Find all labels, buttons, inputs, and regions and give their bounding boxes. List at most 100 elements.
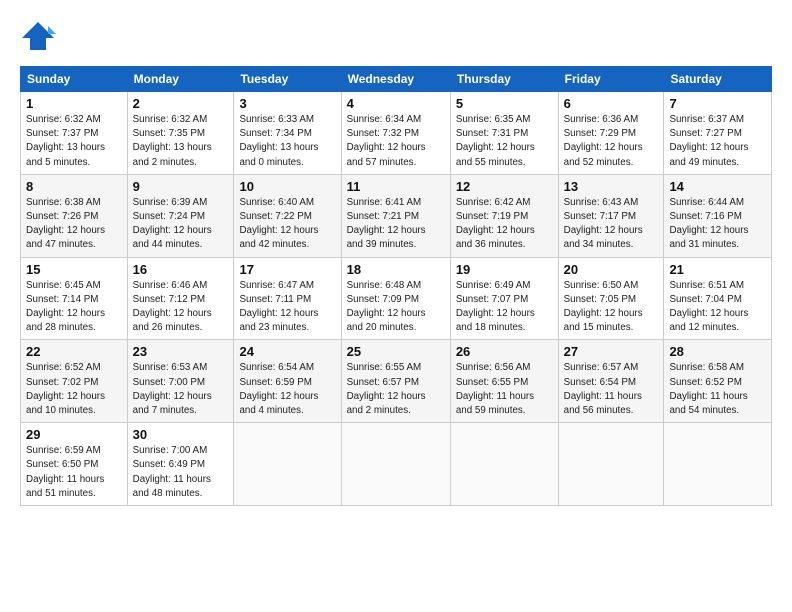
day-info: Sunrise: 6:59 AM Sunset: 6:50 PM Dayligh… [26, 444, 122, 501]
day-number: 8 [26, 179, 122, 194]
day-info: Sunrise: 6:36 AM Sunset: 7:29 PM Dayligh… [564, 113, 659, 170]
day-info: Sunrise: 6:53 AM Sunset: 7:00 PM Dayligh… [133, 361, 229, 418]
day-number: 5 [456, 96, 553, 111]
day-number: 14 [669, 179, 766, 194]
calendar-header-tuesday: Tuesday [234, 67, 341, 92]
calendar-header-sunday: Sunday [21, 67, 128, 92]
calendar-cell [450, 423, 558, 506]
day-info: Sunrise: 6:32 AM Sunset: 7:35 PM Dayligh… [133, 113, 229, 170]
calendar-cell: 26 Sunrise: 6:56 AM Sunset: 6:55 PM Dayli… [450, 340, 558, 423]
day-number: 29 [26, 427, 122, 442]
calendar-cell [234, 423, 341, 506]
page: SundayMondayTuesdayWednesdayThursdayFrid… [0, 0, 792, 612]
day-info: Sunrise: 6:39 AM Sunset: 7:24 PM Dayligh… [133, 196, 229, 253]
day-number: 20 [564, 262, 659, 277]
day-number: 17 [239, 262, 335, 277]
day-info: Sunrise: 6:51 AM Sunset: 7:04 PM Dayligh… [669, 279, 766, 336]
day-info: Sunrise: 6:40 AM Sunset: 7:22 PM Dayligh… [239, 196, 335, 253]
day-info: Sunrise: 6:52 AM Sunset: 7:02 PM Dayligh… [26, 361, 122, 418]
calendar-cell: 6 Sunrise: 6:36 AM Sunset: 7:29 PM Daylig… [558, 92, 664, 175]
calendar-cell: 5Sunrise: 6:35 AM Sunset: 7:31 PM Daylig… [450, 92, 558, 175]
calendar-week-3: 15 Sunrise: 6:45 AM Sunset: 7:14 PM Dayli… [21, 257, 772, 340]
day-info: Sunrise: 6:58 AM Sunset: 6:52 PM Dayligh… [669, 361, 766, 418]
day-number: 23 [133, 344, 229, 359]
calendar-header-monday: Monday [127, 67, 234, 92]
calendar-header-wednesday: Wednesday [341, 67, 450, 92]
day-info: Sunrise: 6:38 AM Sunset: 7:26 PM Dayligh… [26, 196, 122, 253]
calendar-cell: 1Sunrise: 6:32 AM Sunset: 7:37 PM Daylig… [21, 92, 128, 175]
calendar-week-4: 22 Sunrise: 6:52 AM Sunset: 7:02 PM Dayli… [21, 340, 772, 423]
calendar-cell: 27 Sunrise: 6:57 AM Sunset: 6:54 PM Dayli… [558, 340, 664, 423]
day-number: 24 [239, 344, 335, 359]
calendar-cell: 15 Sunrise: 6:45 AM Sunset: 7:14 PM Dayli… [21, 257, 128, 340]
calendar-header-saturday: Saturday [664, 67, 772, 92]
calendar-week-2: 8 Sunrise: 6:38 AM Sunset: 7:26 PM Daylig… [21, 174, 772, 257]
calendar-cell: 10 Sunrise: 6:40 AM Sunset: 7:22 PM Dayli… [234, 174, 341, 257]
day-number: 15 [26, 262, 122, 277]
day-info: Sunrise: 6:42 AM Sunset: 7:19 PM Dayligh… [456, 196, 553, 253]
calendar-cell: 22 Sunrise: 6:52 AM Sunset: 7:02 PM Dayli… [21, 340, 128, 423]
calendar-header-friday: Friday [558, 67, 664, 92]
day-info: Sunrise: 6:37 AM Sunset: 7:27 PM Dayligh… [669, 113, 766, 170]
day-info: Sunrise: 6:50 AM Sunset: 7:05 PM Dayligh… [564, 279, 659, 336]
calendar-cell: 8 Sunrise: 6:38 AM Sunset: 7:26 PM Daylig… [21, 174, 128, 257]
logo-icon [20, 18, 56, 54]
calendar-cell: 23 Sunrise: 6:53 AM Sunset: 7:00 PM Dayli… [127, 340, 234, 423]
day-number: 22 [26, 344, 122, 359]
calendar-cell: 3 Sunrise: 6:33 AM Sunset: 7:34 PM Daylig… [234, 92, 341, 175]
day-info: Sunrise: 6:34 AM Sunset: 7:32 PM Dayligh… [347, 113, 445, 170]
calendar-cell: 2 Sunrise: 6:32 AM Sunset: 7:35 PM Daylig… [127, 92, 234, 175]
day-number: 3 [239, 96, 335, 111]
day-number: 10 [239, 179, 335, 194]
day-number: 27 [564, 344, 659, 359]
calendar-week-1: 1Sunrise: 6:32 AM Sunset: 7:37 PM Daylig… [21, 92, 772, 175]
day-info: Sunrise: 6:44 AM Sunset: 7:16 PM Dayligh… [669, 196, 766, 253]
day-number: 2 [133, 96, 229, 111]
day-info: Sunrise: 6:57 AM Sunset: 6:54 PM Dayligh… [564, 361, 659, 418]
calendar-cell: 29 Sunrise: 6:59 AM Sunset: 6:50 PM Dayli… [21, 423, 128, 506]
calendar-cell: 19 Sunrise: 6:49 AM Sunset: 7:07 PM Dayli… [450, 257, 558, 340]
day-info: Sunrise: 6:32 AM Sunset: 7:37 PM Dayligh… [26, 113, 122, 170]
day-number: 4 [347, 96, 445, 111]
day-number: 25 [347, 344, 445, 359]
day-number: 16 [133, 262, 229, 277]
day-info: Sunrise: 6:55 AM Sunset: 6:57 PM Dayligh… [347, 361, 445, 418]
day-number: 26 [456, 344, 553, 359]
calendar-cell: 12 Sunrise: 6:42 AM Sunset: 7:19 PM Dayli… [450, 174, 558, 257]
calendar-cell: 11 Sunrise: 6:41 AM Sunset: 7:21 PM Dayli… [341, 174, 450, 257]
calendar-cell: 9Sunrise: 6:39 AM Sunset: 7:24 PM Daylig… [127, 174, 234, 257]
calendar-cell: 25 Sunrise: 6:55 AM Sunset: 6:57 PM Dayli… [341, 340, 450, 423]
calendar-cell: 4 Sunrise: 6:34 AM Sunset: 7:32 PM Daylig… [341, 92, 450, 175]
day-info: Sunrise: 6:33 AM Sunset: 7:34 PM Dayligh… [239, 113, 335, 170]
calendar-header-row: SundayMondayTuesdayWednesdayThursdayFrid… [21, 67, 772, 92]
day-info: Sunrise: 6:47 AM Sunset: 7:11 PM Dayligh… [239, 279, 335, 336]
day-number: 12 [456, 179, 553, 194]
calendar-cell: 18Sunrise: 6:48 AM Sunset: 7:09 PM Dayli… [341, 257, 450, 340]
day-info: Sunrise: 6:45 AM Sunset: 7:14 PM Dayligh… [26, 279, 122, 336]
day-number: 11 [347, 179, 445, 194]
day-number: 18 [347, 262, 445, 277]
day-number: 7 [669, 96, 766, 111]
calendar: SundayMondayTuesdayWednesdayThursdayFrid… [20, 66, 772, 506]
calendar-cell: 16 Sunrise: 6:46 AM Sunset: 7:12 PM Dayli… [127, 257, 234, 340]
day-info: Sunrise: 6:56 AM Sunset: 6:55 PM Dayligh… [456, 361, 553, 418]
calendar-cell [341, 423, 450, 506]
day-info: Sunrise: 6:43 AM Sunset: 7:17 PM Dayligh… [564, 196, 659, 253]
day-number: 19 [456, 262, 553, 277]
calendar-cell: 28 Sunrise: 6:58 AM Sunset: 6:52 PM Dayli… [664, 340, 772, 423]
calendar-cell: 13 Sunrise: 6:43 AM Sunset: 7:17 PM Dayli… [558, 174, 664, 257]
calendar-week-5: 29 Sunrise: 6:59 AM Sunset: 6:50 PM Dayli… [21, 423, 772, 506]
calendar-cell: 30Sunrise: 7:00 AM Sunset: 6:49 PM Dayli… [127, 423, 234, 506]
day-number: 13 [564, 179, 659, 194]
calendar-cell: 14 Sunrise: 6:44 AM Sunset: 7:16 PM Dayli… [664, 174, 772, 257]
day-info: Sunrise: 6:49 AM Sunset: 7:07 PM Dayligh… [456, 279, 553, 336]
logo [20, 18, 60, 54]
calendar-cell: 21Sunrise: 6:51 AM Sunset: 7:04 PM Dayli… [664, 257, 772, 340]
day-number: 6 [564, 96, 659, 111]
calendar-cell [664, 423, 772, 506]
day-info: Sunrise: 6:41 AM Sunset: 7:21 PM Dayligh… [347, 196, 445, 253]
day-number: 28 [669, 344, 766, 359]
header [20, 18, 772, 54]
day-info: Sunrise: 6:46 AM Sunset: 7:12 PM Dayligh… [133, 279, 229, 336]
calendar-cell: 24Sunrise: 6:54 AM Sunset: 6:59 PM Dayli… [234, 340, 341, 423]
